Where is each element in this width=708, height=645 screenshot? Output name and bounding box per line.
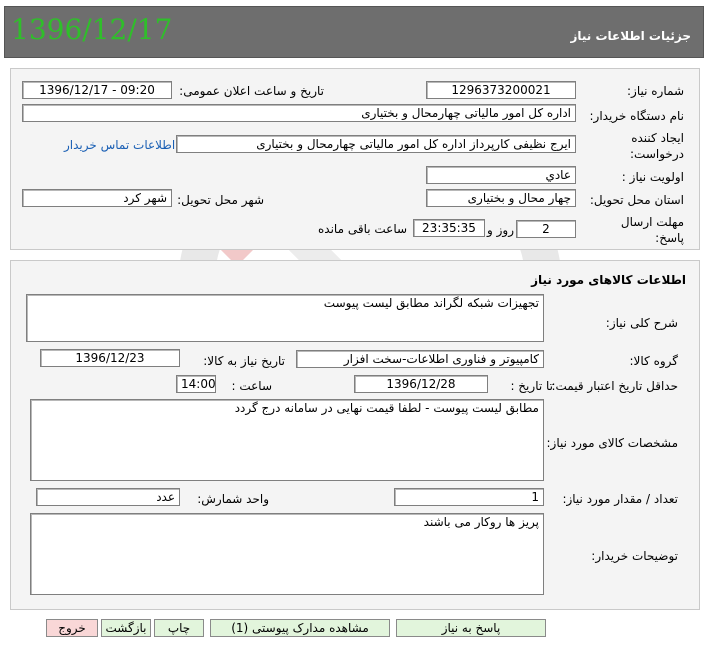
need-number-label: شماره نیاز: bbox=[627, 84, 684, 98]
need-date-field: 1396/12/23 bbox=[40, 349, 180, 367]
goods-section-title: اطلاعات کالاهای مورد نیاز bbox=[531, 273, 686, 287]
delivery-province-label: استان محل تحویل: bbox=[589, 193, 684, 207]
buyer-contact-link[interactable]: اطلاعات تماس خریدار bbox=[64, 138, 175, 152]
announce-datetime-field: 1396/12/17 - 09:20 bbox=[22, 81, 172, 99]
response-deadline-label: مهلت ارسال پاسخ: bbox=[620, 215, 684, 245]
group-label: گروه کالا: bbox=[629, 354, 679, 368]
group-field: کامپیوتر و فناوری اطلاعات-سخت افزار bbox=[296, 350, 544, 368]
summary-field: تجهیزات شبکه لگراند مطابق لیست پیوست bbox=[26, 294, 544, 342]
specs-field: مطابق لیست پیوست - لطفا قیمت نهایی در سا… bbox=[30, 399, 544, 481]
days-field: 2 bbox=[516, 220, 576, 238]
delivery-province-field: چهار محال و بختیاری bbox=[426, 189, 576, 207]
delivery-city-label: شهر محل تحویل: bbox=[177, 193, 264, 207]
requester-field: ایرج نظیفی کارپرداز اداره کل امور مالیات… bbox=[176, 135, 576, 153]
min-validity-label: حداقل تاریخ اعتبار قیمت: bbox=[551, 379, 678, 393]
view-attachments-button[interactable]: مشاهده مدارک پیوستی (1) bbox=[210, 619, 390, 637]
need-number-field: 1296373200021 bbox=[426, 81, 576, 99]
delivery-city-field: شهر کرد bbox=[22, 189, 172, 207]
respond-button[interactable]: پاسخ به نیاز bbox=[396, 619, 546, 637]
until-date-field: 1396/12/28 bbox=[354, 375, 488, 393]
unit-field: عدد bbox=[36, 488, 180, 506]
back-button[interactable]: بازگشت bbox=[101, 619, 151, 637]
remaining-word: ساعت باقی مانده bbox=[318, 222, 408, 236]
print-button[interactable]: چاپ bbox=[154, 619, 204, 637]
until-date-label: تا تاریخ : bbox=[510, 379, 553, 393]
exit-button[interactable]: خروج bbox=[46, 619, 98, 637]
buyer-notes-label: توضیحات خریدار: bbox=[591, 549, 678, 563]
unit-label: واحد شمارش: bbox=[197, 492, 269, 506]
date-stamp: 1396/12/17 bbox=[11, 13, 173, 46]
time-remaining-field: 23:35:35 bbox=[413, 219, 485, 237]
page-title: جزئیات اطلاعات نیاز bbox=[570, 29, 691, 43]
summary-label: شرح کلی نیاز: bbox=[605, 316, 678, 330]
quantity-field: 1 bbox=[394, 488, 544, 506]
quantity-label: تعداد / مقدار مورد نیاز: bbox=[562, 492, 678, 506]
buyer-org-field: اداره کل امور مالیاتی چهارمحال و بختیاری bbox=[22, 104, 576, 122]
priority-label: اولویت نیاز : bbox=[621, 170, 684, 184]
time-label: ساعت : bbox=[231, 379, 272, 393]
priority-field: عادي bbox=[426, 166, 576, 184]
buyer-notes-field: پریز ها روکار می باشند bbox=[30, 513, 544, 595]
announce-datetime-label: تاریخ و ساعت اعلان عمومی: bbox=[179, 84, 324, 98]
specs-label: مشخصات کالای مورد نیاز: bbox=[546, 436, 678, 450]
buyer-org-label: نام دستگاه خریدار: bbox=[589, 109, 685, 123]
days-word: روز و bbox=[487, 223, 514, 237]
time-field: 14:00 bbox=[176, 375, 216, 393]
header-bar: 1396/12/17 جزئیات اطلاعات نیاز bbox=[4, 6, 704, 58]
need-date-label: تاریخ نیاز به کالا: bbox=[203, 354, 285, 368]
requester-label: ایجاد کننده درخواست: bbox=[630, 131, 684, 161]
